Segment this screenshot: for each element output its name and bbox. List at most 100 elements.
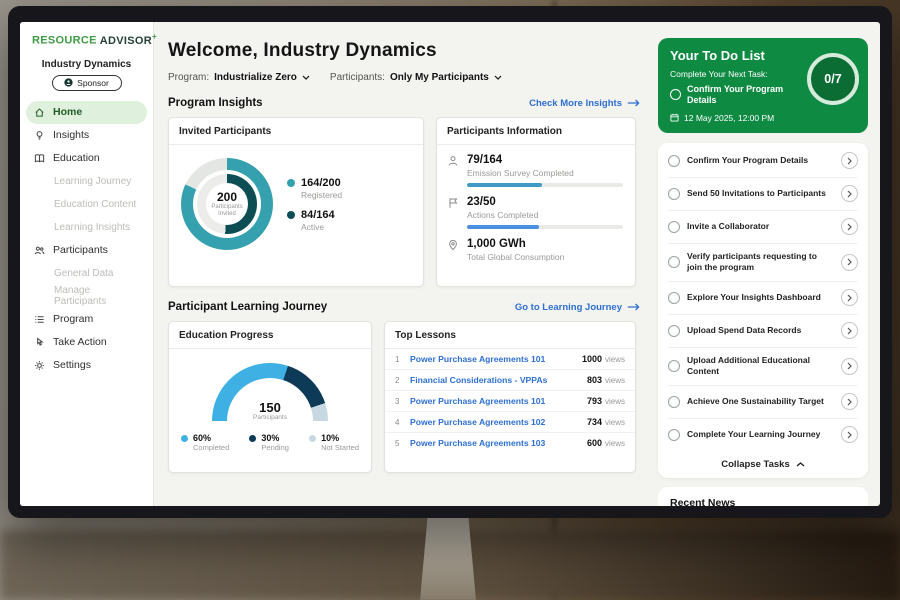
filter-bar: Program: Industrialize Zero Participants… (168, 72, 640, 83)
sidebar-item-home[interactable]: Home (26, 101, 147, 124)
sidebar-item-education[interactable]: Education (20, 147, 153, 170)
sidebar-item-participants[interactable]: Participants (20, 239, 153, 262)
dashboard-screen: RESOURCEADVISOR+ Industry Dynamics Spons… (20, 22, 880, 506)
todo-next-task[interactable]: Confirm Your Program Details (670, 84, 808, 106)
task-open-button[interactable] (841, 185, 858, 202)
task-row-upload-spend-data[interactable]: Upload Spend Data Records (668, 315, 858, 348)
lesson-row[interactable]: 2 Financial Considerations - VPPAs 803vi… (385, 370, 635, 391)
task-open-button[interactable] (841, 152, 858, 169)
todo-next-checkbox[interactable] (670, 89, 681, 100)
task-open-button[interactable] (841, 218, 858, 235)
sponsor-icon (64, 78, 73, 87)
completed-dot (181, 435, 188, 442)
gauge-center-label: Participants (212, 414, 328, 421)
lesson-row[interactable]: 5 Power Purchase Agreements 103 600views (385, 433, 635, 453)
task-open-button[interactable] (841, 393, 858, 410)
consumption-pin-icon (447, 239, 459, 251)
home-icon (34, 107, 45, 118)
chevron-right-icon (847, 223, 852, 231)
task-checkbox[interactable] (668, 188, 680, 200)
task-open-button[interactable] (841, 322, 858, 339)
invited-legend: 164/200 Registered 84/164 Active (287, 168, 342, 241)
task-row-invite-collaborator[interactable]: Invite a Collaborator (668, 211, 858, 244)
go-to-learning-journey-link[interactable]: Go to Learning Journey (515, 302, 640, 313)
chevron-right-icon (847, 398, 852, 406)
invited-card-title: Invited Participants (169, 118, 423, 145)
program-filter-label: Program: (168, 72, 209, 83)
task-checkbox[interactable] (668, 292, 680, 304)
sidebar-item-program[interactable]: Program (20, 308, 153, 331)
task-row-complete-learning-journey[interactable]: Complete Your Learning Journey (668, 419, 858, 451)
lesson-link[interactable]: Power Purchase Agreements 103 (410, 438, 579, 448)
program-filter-select[interactable]: Industrialize Zero (214, 72, 310, 83)
education-icon (34, 153, 45, 164)
learning-journey-header: Participant Learning Journey Go to Learn… (168, 301, 640, 313)
education-progress-card: Education Progress 150 Participants (168, 321, 372, 473)
invited-donut-inner: 200 Participants Invited (197, 174, 257, 234)
task-open-button[interactable] (841, 426, 858, 443)
invited-center-label: Participants Invited (210, 204, 244, 218)
task-checkbox[interactable] (668, 221, 680, 233)
collapse-tasks-button[interactable]: Collapse Tasks (668, 451, 858, 473)
check-more-insights-link[interactable]: Check More Insights (529, 98, 640, 109)
todo-title: Your To Do List (670, 48, 808, 63)
lesson-link[interactable]: Power Purchase Agreements 102 (410, 417, 579, 427)
sidebar-item-settings[interactable]: Settings (20, 354, 153, 377)
task-checkbox[interactable] (668, 360, 680, 372)
task-row-send-invitations[interactable]: Send 50 Invitations to Participants (668, 178, 858, 211)
lesson-row[interactable]: 4 Power Purchase Agreements 102 734views (385, 412, 635, 433)
task-open-button[interactable] (841, 289, 858, 306)
todo-panel: Your To Do List Complete Your Next Task:… (652, 22, 880, 506)
task-row-verify-participants[interactable]: Verify participants requesting to join t… (668, 244, 858, 282)
task-row-explore-insights[interactable]: Explore Your Insights Dashboard (668, 282, 858, 315)
arrow-right-icon (627, 303, 640, 311)
main-content: Welcome, Industry Dynamics Program: Indu… (154, 22, 652, 506)
lesson-link[interactable]: Power Purchase Agreements 101 (410, 396, 579, 406)
actions-completed-stat: 23/50 Actions Completed (437, 187, 635, 220)
task-open-button[interactable] (841, 358, 858, 375)
lesson-link[interactable]: Financial Considerations - VPPAs (410, 375, 579, 385)
task-checkbox[interactable] (668, 396, 680, 408)
program-insights-header: Program Insights Check More Insights (168, 97, 640, 109)
insights-icon (34, 130, 45, 141)
sidebar-item-take-action[interactable]: Take Action (20, 331, 153, 354)
lesson-row[interactable]: 3 Power Purchase Agreements 101 793views (385, 391, 635, 412)
lesson-row[interactable]: 1 Power Purchase Agreements 101 1000view… (385, 349, 635, 370)
participants-filter-select[interactable]: Only My Participants (390, 72, 502, 83)
actions-icon (447, 197, 459, 209)
lesson-link[interactable]: Power Purchase Agreements 101 (410, 354, 574, 364)
sidebar-item-insights[interactable]: Insights (20, 124, 153, 147)
invited-participants-card: Invited Participants 200 Participants In… (168, 117, 424, 287)
chevron-right-icon (847, 258, 852, 266)
task-checkbox[interactable] (668, 325, 680, 337)
task-checkbox[interactable] (668, 155, 680, 167)
task-list-card: Confirm Your Program Details Send 50 Inv… (658, 143, 868, 478)
lessons-card-title: Top Lessons (385, 322, 635, 349)
legend-registered: 164/200 Registered (287, 177, 342, 200)
registered-dot (287, 179, 295, 187)
sidebar-item-general-data[interactable]: General Data (20, 262, 153, 285)
task-open-button[interactable] (841, 254, 858, 271)
todo-subtitle: Complete Your Next Task: (670, 69, 808, 79)
page-title: Welcome, Industry Dynamics (168, 40, 640, 62)
task-checkbox[interactable] (668, 256, 680, 268)
sidebar-item-manage-participants[interactable]: Manage Participants (20, 285, 153, 308)
chevron-right-icon (847, 362, 852, 370)
app-logo: RESOURCEADVISOR+ (20, 32, 153, 47)
consumption-stat: 1,000 GWh Total Global Consumption (437, 229, 635, 262)
insights-cards-row: Invited Participants 200 Participants In… (168, 117, 640, 287)
task-row-upload-educational-content[interactable]: Upload Additional Educational Content (668, 348, 858, 386)
org-name: Industry Dynamics (20, 59, 153, 70)
task-row-confirm-program[interactable]: Confirm Your Program Details (668, 145, 858, 178)
person-icon (447, 155, 459, 167)
sidebar-item-education-content[interactable]: Education Content (20, 193, 153, 216)
participants-information-card: Participants Information 79/164 Emission… (436, 117, 636, 287)
education-legend: 60% Completed 30% Pending (169, 421, 371, 452)
task-checkbox[interactable] (668, 429, 680, 441)
task-row-achieve-target[interactable]: Achieve One Sustainability Target (668, 386, 858, 419)
sidebar: RESOURCEADVISOR+ Industry Dynamics Spons… (20, 22, 154, 506)
sidebar-item-learning-insights[interactable]: Learning Insights (20, 216, 153, 239)
education-card-title: Education Progress (169, 322, 371, 349)
sidebar-item-learning-journey[interactable]: Learning Journey (20, 170, 153, 193)
recent-news-title: Recent News (670, 497, 856, 506)
